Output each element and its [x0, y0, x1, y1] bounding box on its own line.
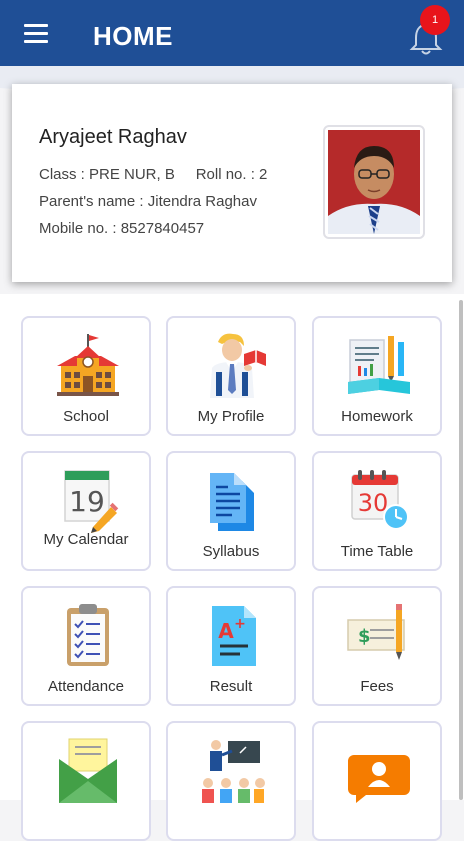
tile-my-profile[interactable]: My Profile [166, 316, 296, 436]
svg-text:30: 30 [358, 489, 389, 517]
tile-homework[interactable]: Homework [312, 316, 442, 436]
student-name: Aryajeet Raghav [39, 126, 187, 148]
tile-label: Time Table [340, 543, 414, 560]
envelope-letter-icon [59, 738, 117, 803]
tile-label: Fees [360, 678, 394, 695]
class-roll-text: Class : PRE NUR, B Roll no. : 2 [39, 166, 268, 183]
tile-label: Attendance [48, 678, 124, 695]
tile-classroom[interactable] [166, 721, 296, 841]
tile-fees[interactable]: $ Fees [312, 586, 442, 706]
clipboard-checklist-icon [67, 604, 109, 666]
tile-label: School [63, 408, 109, 425]
svg-text:$: $ [358, 626, 371, 647]
parent-name-text: Parent's name : Jitendra Raghav [39, 193, 257, 210]
student-profile-card[interactable]: Aryajeet Raghav Class : PRE NUR, B Roll … [12, 84, 452, 282]
tile-chat[interactable] [312, 721, 442, 841]
tile-school[interactable]: School [21, 316, 151, 436]
tile-messages[interactable] [21, 721, 151, 841]
tile-label: Homework [341, 408, 413, 425]
svg-text:A: A [218, 619, 234, 643]
homework-book-icon [348, 336, 410, 394]
tile-attendance[interactable]: Attendance [21, 586, 151, 706]
grade-report-icon: A + [212, 606, 256, 666]
tile-time-table[interactable]: 30 Time Table [312, 451, 442, 571]
svg-text:+: + [234, 616, 246, 632]
tile-result[interactable]: A + Result [166, 586, 296, 706]
svg-text:19: 19 [69, 485, 105, 518]
notification-badge[interactable]: 1 [420, 5, 450, 35]
tile-label: My Profile [197, 408, 265, 425]
teacher-profile-icon [210, 333, 266, 398]
tile-label: My Calendar [43, 531, 129, 548]
menu-icon[interactable] [24, 24, 48, 44]
classroom-teacher-icon [202, 740, 265, 803]
scrollbar[interactable] [459, 300, 463, 800]
student-photo [323, 125, 425, 239]
tile-label: Result [209, 678, 253, 695]
documents-icon [210, 473, 254, 531]
calendar-clock-icon: 30 [351, 470, 409, 530]
tile-syllabus[interactable]: Syllabus [166, 451, 296, 571]
page-title: HOME [93, 21, 173, 51]
app-bar: HOME 1 [0, 0, 464, 70]
cheque-pencil-icon: $ [347, 604, 405, 660]
tile-my-calendar[interactable]: 19 My Calendar [21, 451, 151, 571]
calendar-19-icon: 19 [64, 470, 119, 533]
menu-grid: School My Profile Homework 19 My Calenda… [0, 294, 464, 841]
school-building-icon [57, 334, 119, 396]
mobile-text: Mobile no. : 8527840457 [39, 220, 205, 237]
tile-label: Syllabus [202, 543, 260, 560]
chat-person-icon [348, 755, 410, 803]
